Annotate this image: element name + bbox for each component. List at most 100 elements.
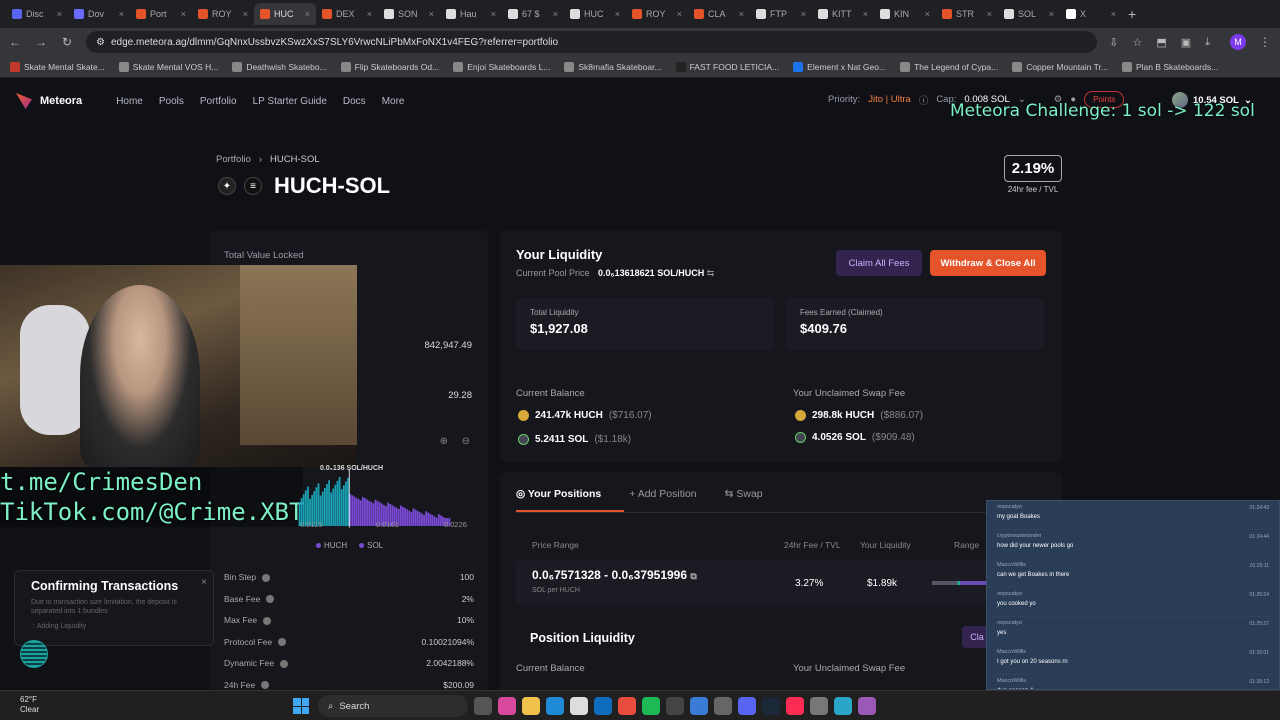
browser-tab[interactable]: ROY × [626,3,688,25]
bookmark-item[interactable]: Skate Mental VOS H... [118,61,218,72]
info-icon[interactable] [262,573,271,582]
close-tab-icon[interactable]: × [491,9,496,19]
browser-tab[interactable]: Hau × [440,3,502,25]
settings-icon[interactable] [714,697,732,715]
browser-tab[interactable]: HUC × [564,3,626,25]
bookmark-item[interactable]: Sk8mafia Skateboar... [564,61,662,72]
profile-avatar[interactable]: M [1230,34,1246,50]
zoom-out-icon[interactable]: ⊖ [462,436,470,447]
task-view-icon[interactable] [474,697,492,715]
browser-tab[interactable]: KITT × [812,3,874,25]
obs-icon[interactable] [810,697,828,715]
copilot-icon[interactable] [498,697,516,715]
extensions-icon[interactable]: ⬒ [1156,36,1166,49]
close-tab-icon[interactable]: × [987,9,992,19]
photos-icon[interactable] [690,697,708,715]
reload-icon[interactable]: ↻ [60,35,74,49]
browser-tab[interactable]: SOL × [998,3,1060,25]
close-tab-icon[interactable]: × [119,9,124,19]
close-tab-icon[interactable]: × [57,9,62,19]
close-icon[interactable]: × [201,577,207,588]
split-screen-icon[interactable]: ▣ [1181,36,1191,49]
close-tab-icon[interactable]: × [863,9,868,19]
bookmark-item[interactable]: Enjoi Skateboards L... [453,61,550,72]
browser-tab[interactable]: X × [1060,3,1122,25]
tab-your-positions[interactable]: ◎ Your Positions [516,488,601,500]
close-tab-icon[interactable]: × [367,9,372,19]
chrome-icon[interactable] [618,697,636,715]
downloads-icon[interactable]: ⤓ [1205,36,1210,49]
new-tab-icon[interactable]: + [1128,6,1136,22]
browser-tab[interactable]: FTP × [750,3,812,25]
close-tab-icon[interactable]: × [243,9,248,19]
browser-tab[interactable]: HUC × [254,3,316,25]
claim-all-fees-button[interactable]: Claim All Fees [836,250,922,276]
close-tab-icon[interactable]: × [429,9,434,19]
bookmark-item[interactable]: The Legend of Cypa... [900,61,998,72]
tab-add-position[interactable]: + Add Position [629,488,696,500]
browser-tab[interactable]: STR × [936,3,998,25]
external-link-icon[interactable]: ⧉ [690,571,696,581]
browser-tab[interactable]: CLA × [688,3,750,25]
discord-icon[interactable] [738,697,756,715]
telegram-icon[interactable] [834,697,852,715]
store-icon[interactable] [570,697,588,715]
info-icon[interactable] [266,595,275,604]
close-tab-icon[interactable]: × [739,9,744,19]
close-tab-icon[interactable]: × [181,9,186,19]
info-icon[interactable] [280,659,289,668]
bookmark-item[interactable]: Element x Nat Geo... [793,61,886,72]
nav-item-lp-starter-guide[interactable]: LP Starter Guide [253,96,327,107]
tiktok-icon[interactable] [786,697,804,715]
bookmark-item[interactable]: FAST FOOD LETICIA... [675,61,779,72]
withdraw-close-all-button[interactable]: Withdraw & Close All [930,250,1046,276]
breadcrumb-portfolio[interactable]: Portfolio [216,154,251,165]
swap-direction-icon[interactable]: ⇆ [707,268,715,278]
browser-tab[interactable]: ROY × [192,3,254,25]
steam-icon[interactable] [762,697,780,715]
close-tab-icon[interactable]: × [925,9,930,19]
position-row[interactable]: 0.0₆7571328 - 0.0₆37951996 ⧉ SOL per HUC… [516,560,996,604]
nav-item-docs[interactable]: Docs [343,96,366,107]
priority-value[interactable]: Jito | Ultra [868,94,911,105]
install-icon[interactable]: ⇩ [1109,36,1118,49]
favorite-star-icon[interactable]: ☆ [1132,36,1142,49]
zoom-in-icon[interactable]: ⊕ [440,436,448,447]
wordpad-icon[interactable] [666,697,684,715]
spotify-icon[interactable] [642,697,660,715]
weather-widget[interactable]: 62°F Clear [20,695,39,715]
tab-swap[interactable]: ⇆ Swap [725,488,763,500]
site-info-icon[interactable]: ⚙ [96,37,105,48]
browser-tab[interactable]: Port × [130,3,192,25]
nav-item-portfolio[interactable]: Portfolio [200,96,237,107]
after-effects-icon[interactable] [858,697,876,715]
browser-menu-icon[interactable]: ⋮ [1258,35,1272,49]
meteora-logo[interactable]: Meteora [16,93,82,109]
windows-start-icon[interactable] [293,698,309,714]
info-icon[interactable] [263,616,272,625]
browser-tab[interactable]: Disc × [6,3,68,25]
bookmark-item[interactable]: Deathwish Skatebo... [232,61,327,72]
taskbar-search[interactable]: ⌕ Search [318,695,468,717]
edge-icon[interactable] [546,697,564,715]
browser-tab[interactable]: DEX × [316,3,378,25]
back-icon[interactable]: ← [8,35,22,49]
browser-tab[interactable]: 67 $ × [502,3,564,25]
close-tab-icon[interactable]: × [553,9,558,19]
nav-item-more[interactable]: More [382,96,405,107]
browser-tab[interactable]: KIN × [874,3,936,25]
bookmark-item[interactable]: Copper Mountain Tr... [1012,61,1108,72]
browser-tab[interactable]: Dov × [68,3,130,25]
close-tab-icon[interactable]: × [677,9,682,19]
bookmark-item[interactable]: Flip Skateboards Od... [340,61,439,72]
close-tab-icon[interactable]: × [305,9,310,19]
info-icon[interactable] [278,638,287,647]
close-tab-icon[interactable]: × [1049,9,1054,19]
info-icon[interactable] [261,681,270,690]
close-tab-icon[interactable]: × [1111,9,1116,19]
file-explorer-icon[interactable] [522,697,540,715]
outlook-icon[interactable] [594,697,612,715]
nav-item-home[interactable]: Home [116,96,143,107]
forward-icon[interactable]: → [34,35,48,49]
nav-item-pools[interactable]: Pools [159,96,184,107]
